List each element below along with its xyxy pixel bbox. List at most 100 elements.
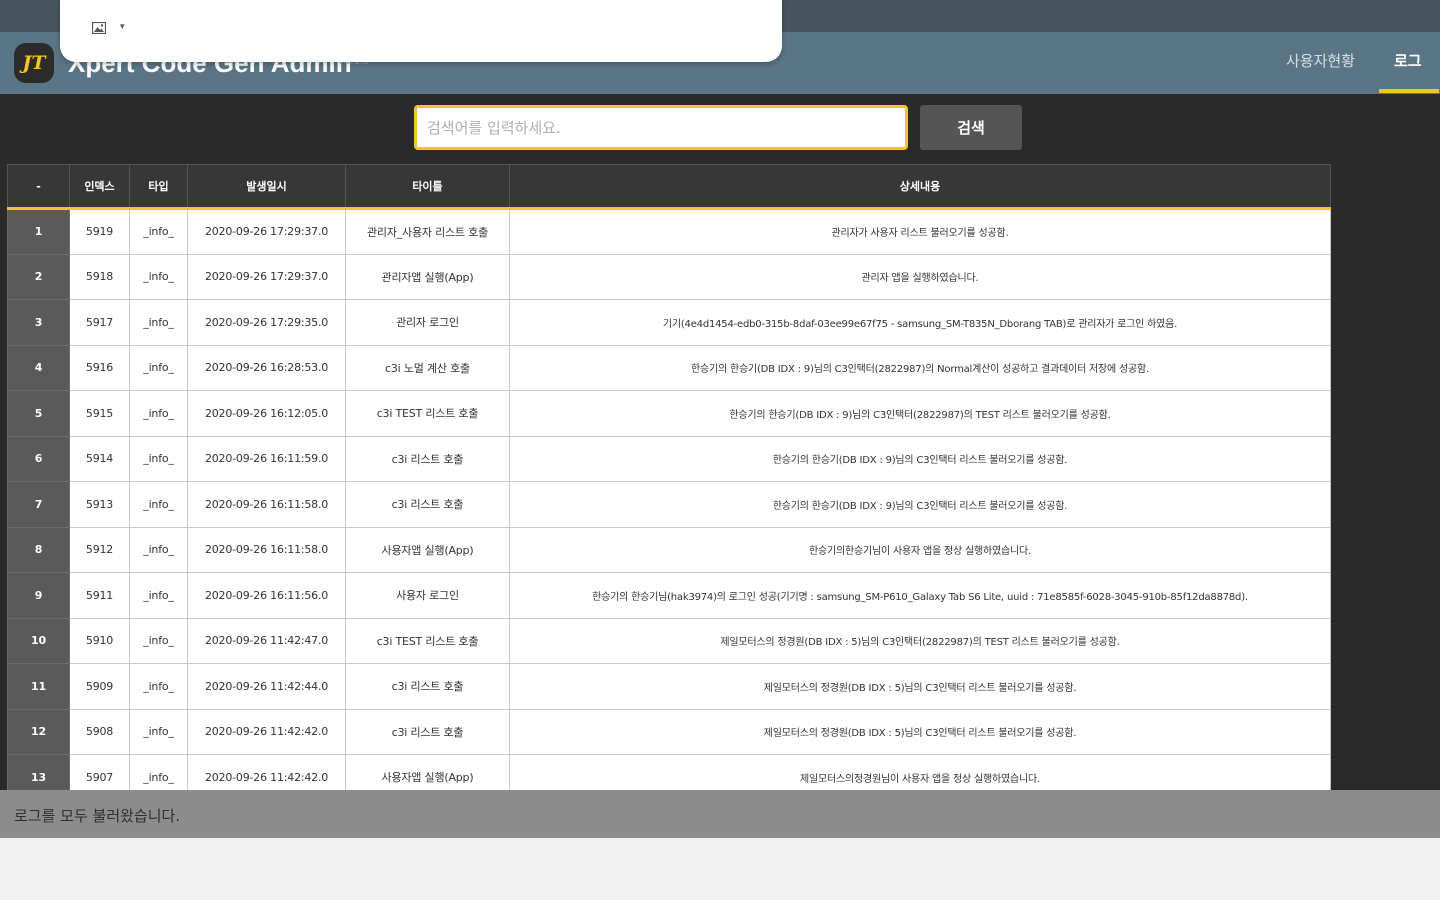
table-row[interactable]: 11 5909 _info_ 2020-09-26 11:42:44.0 c3i 리스트…	[7, 663, 1331, 710]
row-type: _info_	[129, 390, 188, 437]
row-index: 5917	[69, 299, 130, 346]
bottom-area	[0, 838, 1440, 900]
row-number: 9	[7, 572, 70, 619]
row-type: _info_	[129, 253, 188, 300]
table-body: 1 5919 _info_ 2020-09-26 17:29:37.0 관리자_사용자 …	[7, 208, 1331, 790]
app-logo: JT	[14, 43, 54, 83]
row-number: 1	[7, 208, 70, 255]
row-date: 2020-09-26 16:11:58.0	[187, 526, 346, 573]
table-row[interactable]: 2 5918 _info_ 2020-09-26 17:29:37.0 관리자앱 실행(…	[7, 253, 1331, 300]
row-index: 5916	[69, 344, 130, 391]
table-row[interactable]: 3 5917 _info_ 2020-09-26 17:29:35.0 관리자 로그인 기…	[7, 299, 1331, 346]
dropdown-popup: ▾	[60, 0, 782, 62]
column-header-number[interactable]: -	[7, 164, 70, 209]
row-title: 관리자앱 실행(App)	[345, 253, 510, 300]
row-title: c3i 리스트 호출	[345, 435, 510, 482]
table-row[interactable]: 7 5913 _info_ 2020-09-26 16:11:58.0 c3i 리스트 …	[7, 481, 1331, 528]
search-input[interactable]	[414, 105, 908, 150]
row-detail: 제일모터스의 정경원(DB IDX : 5)님의 C3인택터 리스트 불러오기를…	[509, 708, 1331, 755]
row-index: 5908	[69, 708, 130, 755]
row-detail: 한승기의 한승기(DB IDX : 9)님의 C3인택터 리스트 불러오기를 성…	[509, 481, 1331, 528]
table-row[interactable]: 6 5914 _info_ 2020-09-26 16:11:59.0 c3i 리스트 …	[7, 435, 1331, 482]
table-row[interactable]: 10 5910 _info_ 2020-09-26 11:42:47.0 c3i TES…	[7, 617, 1331, 664]
row-number: 3	[7, 299, 70, 346]
row-date: 2020-09-26 11:42:47.0	[187, 617, 346, 664]
column-header-detail[interactable]: 상세내용	[509, 164, 1331, 209]
row-date: 2020-09-26 16:11:59.0	[187, 435, 346, 482]
search-button[interactable]: 검색	[920, 105, 1022, 150]
row-date: 2020-09-26 16:11:58.0	[187, 481, 346, 528]
row-index: 5910	[69, 617, 130, 664]
nav-active-indicator	[1379, 89, 1439, 93]
row-detail: 한승기의한승기님이 사용자 앱을 정상 실행하였습니다.	[509, 526, 1331, 573]
row-number: 5	[7, 390, 70, 437]
row-index: 5914	[69, 435, 130, 482]
image-icon[interactable]	[91, 21, 107, 38]
row-number: 7	[7, 481, 70, 528]
app-window: JT Xpert Code Gen Admin v0.1.0 사용자현황 로그 …	[0, 0, 1440, 900]
table-row[interactable]: 1 5919 _info_ 2020-09-26 17:29:37.0 관리자_사용자 …	[7, 208, 1331, 255]
row-type: _info_	[129, 299, 188, 346]
log-table: - 인덱스 타입 발생일시 타이틀 상세내용 1 5919 _info_ 2020-0…	[7, 164, 1331, 790]
row-index: 5913	[69, 481, 130, 528]
nav-users[interactable]: 사용자현황	[1286, 50, 1355, 71]
row-date: 2020-09-26 16:11:56.0	[187, 572, 346, 619]
row-title: c3i 리스트 호출	[345, 481, 510, 528]
row-title: c3i TEST 리스트 호출	[345, 390, 510, 437]
row-index: 5912	[69, 526, 130, 573]
row-date: 2020-09-26 17:29:37.0	[187, 253, 346, 300]
row-type: _info_	[129, 754, 188, 790]
table-row[interactable]: 4 5916 _info_ 2020-09-26 16:28:53.0 c3i 노멀 계…	[7, 344, 1331, 391]
table-row[interactable]: 5 5915 _info_ 2020-09-26 16:12:05.0 c3i TEST…	[7, 390, 1331, 437]
row-date: 2020-09-26 11:42:44.0	[187, 663, 346, 710]
nav-log[interactable]: 로그	[1394, 50, 1422, 71]
row-detail: 제일모터스의 정경원(DB IDX : 5)님의 C3인택터 리스트 불러오기를…	[509, 663, 1331, 710]
row-type: _info_	[129, 708, 188, 755]
table-row[interactable]: 8 5912 _info_ 2020-09-26 16:11:58.0 사용자앱 실행(…	[7, 526, 1331, 573]
row-number: 12	[7, 708, 70, 755]
table-row[interactable]: 13 5907 _info_ 2020-09-26 11:42:42.0 사용자앱 실행…	[7, 754, 1331, 790]
table-header-row: - 인덱스 타입 발생일시 타이틀 상세내용	[7, 164, 1331, 209]
row-number: 13	[7, 754, 70, 790]
row-type: _info_	[129, 526, 188, 573]
row-detail: 제일모터스의 정경원(DB IDX : 5)님의 C3인택터(2822987)의…	[509, 617, 1331, 664]
row-title: c3i TEST 리스트 호출	[345, 617, 510, 664]
column-header-title[interactable]: 타이틀	[345, 164, 510, 209]
row-type: _info_	[129, 572, 188, 619]
column-header-type[interactable]: 타입	[129, 164, 188, 209]
row-number: 10	[7, 617, 70, 664]
row-date: 2020-09-26 16:28:53.0	[187, 344, 346, 391]
row-title: 사용자 로그인	[345, 572, 510, 619]
row-type: _info_	[129, 617, 188, 664]
row-detail: 한승기의 한승기(DB IDX : 9)님의 C3인택터(2822987)의 T…	[509, 390, 1331, 437]
table-row[interactable]: 9 5911 _info_ 2020-09-26 16:11:56.0 사용자 로그인 한…	[7, 572, 1331, 619]
row-title: c3i 노멀 계산 호출	[345, 344, 510, 391]
row-number: 6	[7, 435, 70, 482]
row-type: _info_	[129, 344, 188, 391]
column-header-index[interactable]: 인덱스	[69, 164, 130, 209]
chevron-down-icon[interactable]: ▾	[120, 22, 125, 32]
row-title: c3i 리스트 호출	[345, 663, 510, 710]
row-date: 2020-09-26 11:42:42.0	[187, 708, 346, 755]
main-content: 검색 - 인덱스 타입 발생일시 타이틀 상세내용 15919_info_202…	[0, 94, 1440, 790]
row-title: 관리자 로그인	[345, 299, 510, 346]
column-header-date[interactable]: 발생일시	[187, 164, 346, 209]
status-message: 로그를 모두 불러왔습니다.	[14, 807, 181, 825]
row-detail: 한승기의 한승기님(hak3974)의 로그인 성공(기기명 : samsung…	[509, 572, 1331, 619]
row-date: 2020-09-26 11:42:42.0	[187, 754, 346, 790]
table-row[interactable]: 12 5908 _info_ 2020-09-26 11:42:42.0 c3i 리스트…	[7, 708, 1331, 755]
row-type: _info_	[129, 208, 188, 255]
row-index: 5918	[69, 253, 130, 300]
row-detail: 한승기의 한승기(DB IDX : 9)님의 C3인택터(2822987)의 N…	[509, 344, 1331, 391]
row-index: 5909	[69, 663, 130, 710]
row-index: 5915	[69, 390, 130, 437]
row-type: _info_	[129, 663, 188, 710]
row-detail: 제일모터스의정경원님이 사용자 앱을 정상 실행하였습니다.	[509, 754, 1331, 790]
row-date: 2020-09-26 17:29:35.0	[187, 299, 346, 346]
status-bar: 로그를 모두 불러왔습니다.	[0, 790, 1440, 838]
row-title: 사용자앱 실행(App)	[345, 526, 510, 573]
row-date: 2020-09-26 16:12:05.0	[187, 390, 346, 437]
row-type: _info_	[129, 435, 188, 482]
row-title: 사용자앱 실행(App)	[345, 754, 510, 790]
row-index: 5919	[69, 208, 130, 255]
